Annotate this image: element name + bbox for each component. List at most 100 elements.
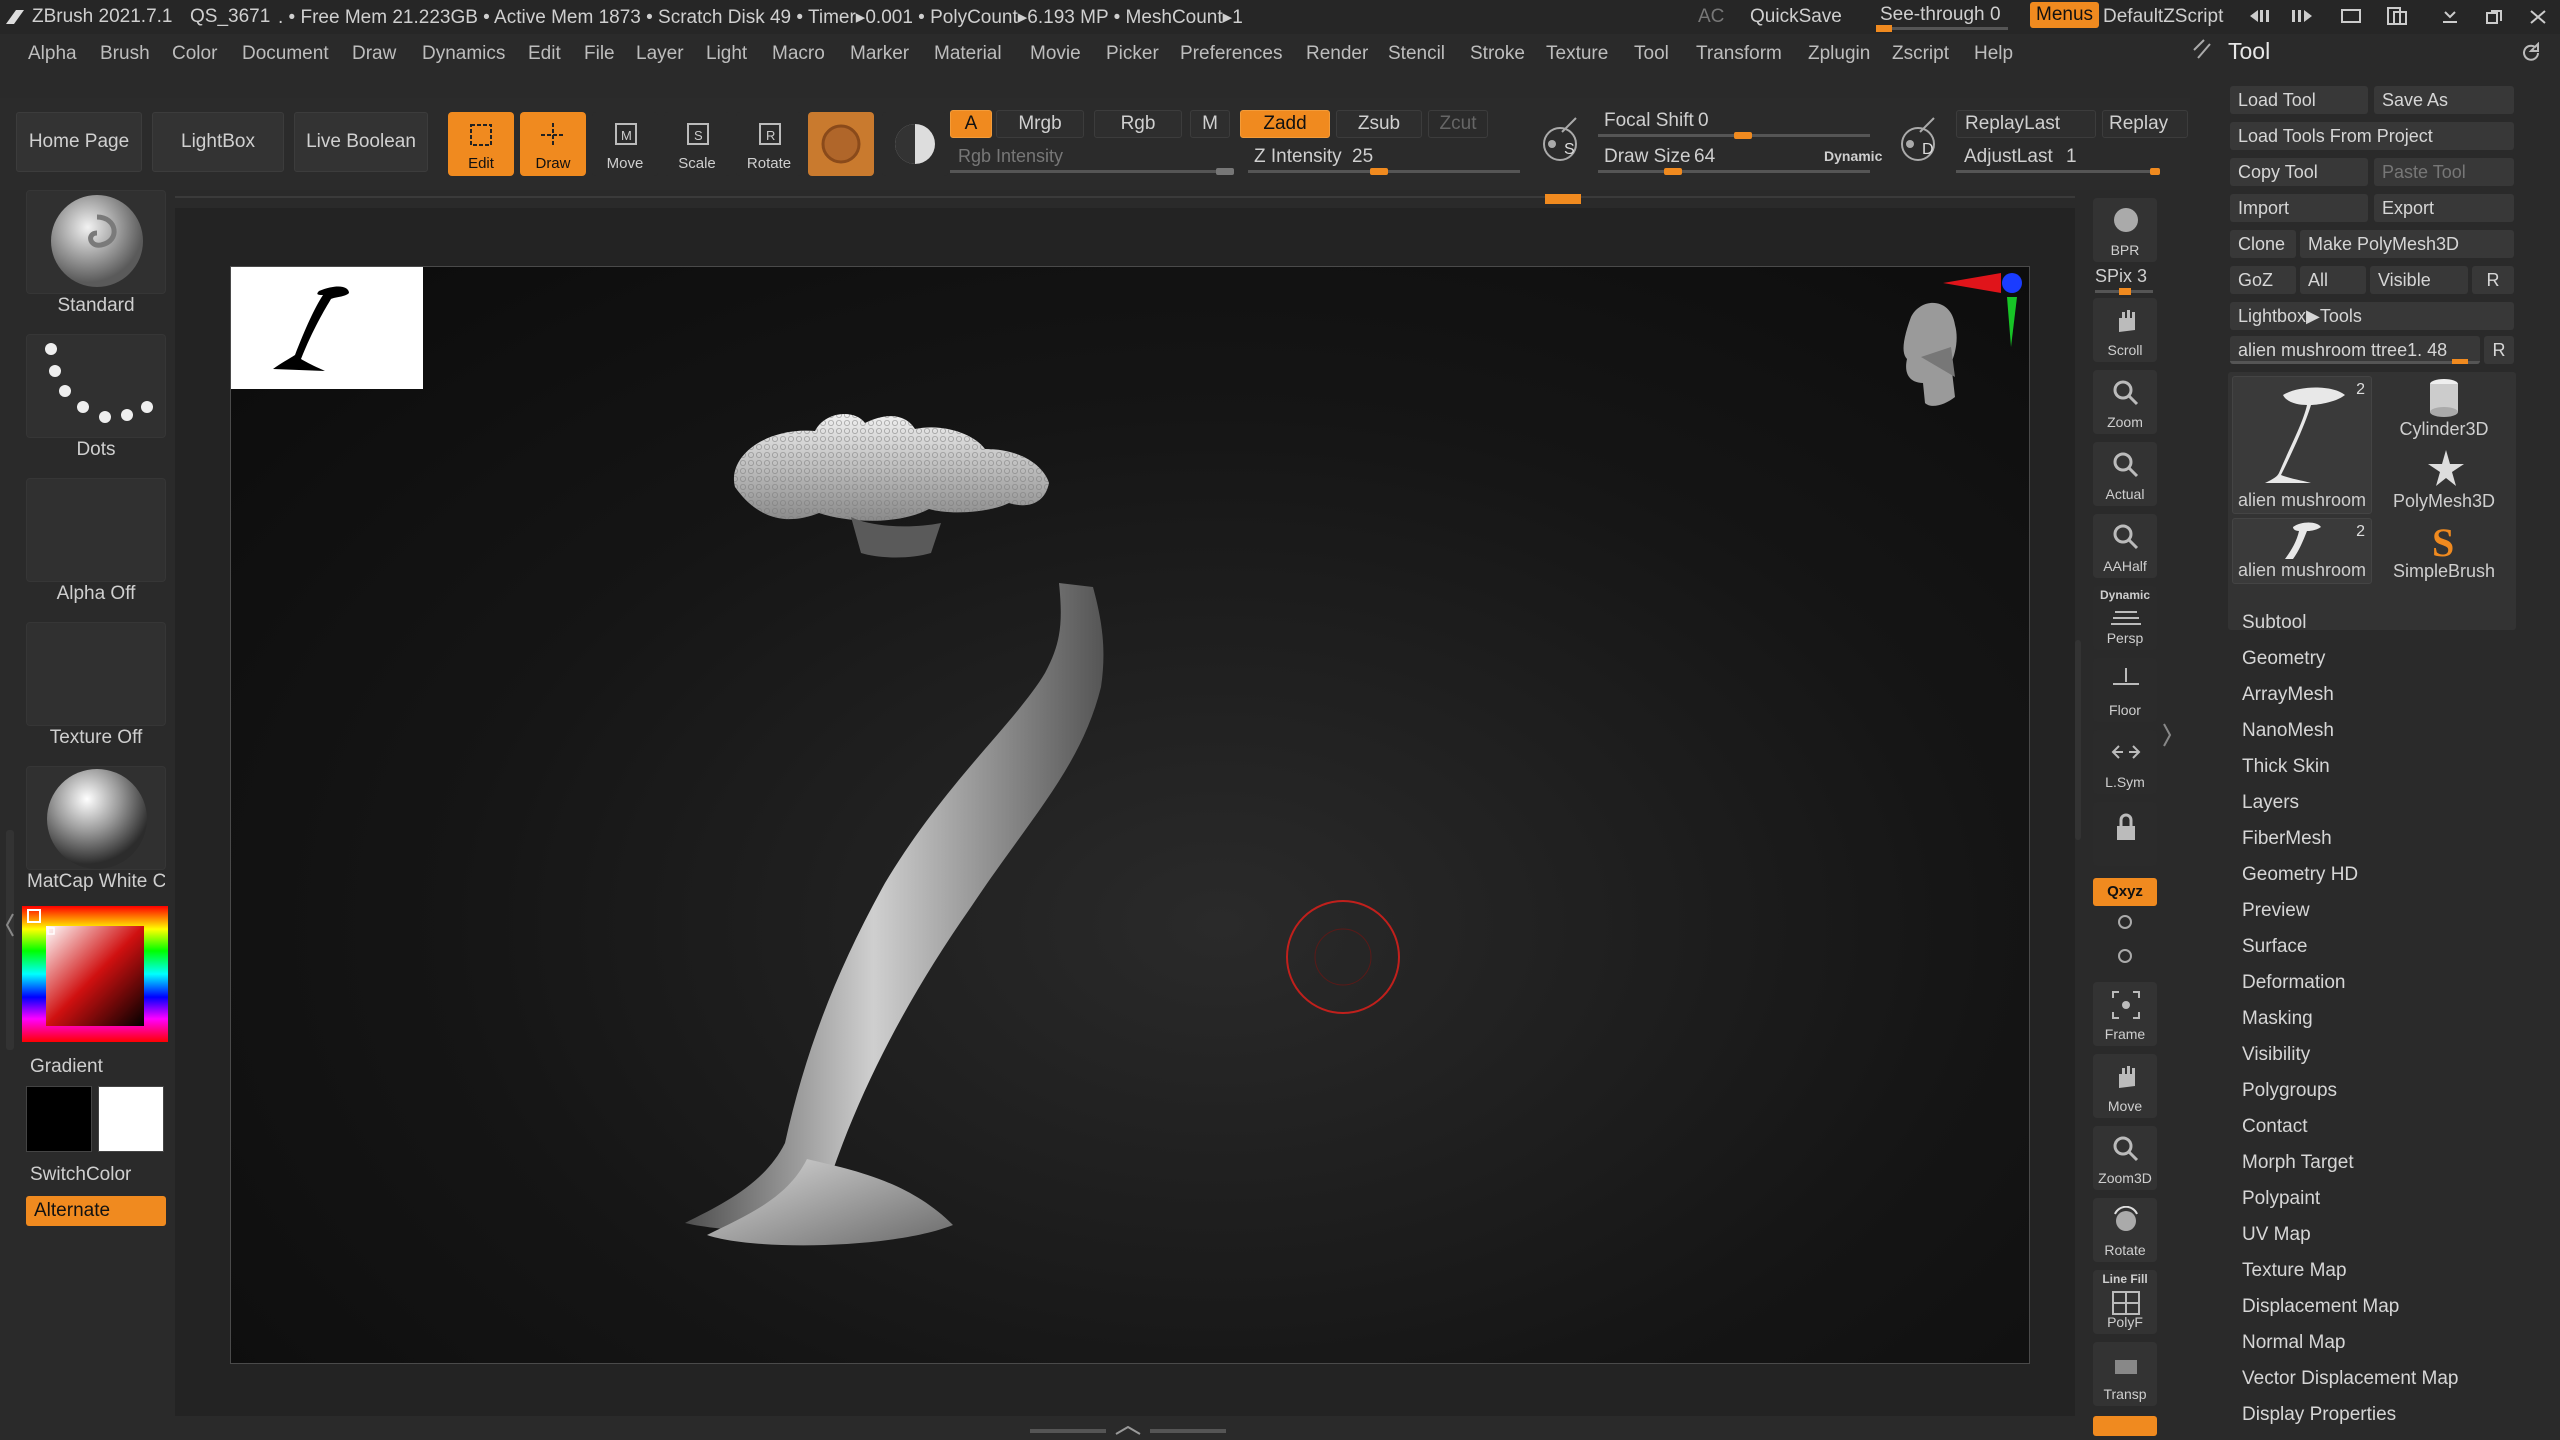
color-picker[interactable] <box>22 906 168 1042</box>
actual-size-button[interactable]: Actual <box>2093 442 2157 506</box>
menu-transform[interactable]: Transform <box>1696 43 1782 65</box>
collapse-right-icon[interactable] <box>2161 720 2173 750</box>
section-preview[interactable]: Preview <box>2242 900 2310 922</box>
tool-thumb-alien-mushroom[interactable]: 2 alien mushroom <box>2232 376 2372 514</box>
menu-draw[interactable]: Draw <box>352 43 396 65</box>
axis-gizmo[interactable] <box>1941 267 2031 357</box>
minimize-icon[interactable] <box>2440 8 2460 26</box>
stroke-s-button[interactable]: S <box>1532 112 1588 176</box>
material-sphere-button[interactable] <box>882 112 948 176</box>
brush-material-swatch[interactable] <box>808 112 874 176</box>
load-tool-button[interactable]: Load Tool <box>2230 86 2368 114</box>
menu-tool[interactable]: Tool <box>1634 43 1669 65</box>
ghost-toggle[interactable] <box>2093 1416 2157 1436</box>
section-deformation[interactable]: Deformation <box>2242 972 2346 994</box>
tool-thumb-polymesh3d[interactable]: PolyMesh3D <box>2376 446 2512 514</box>
brush-standard-tile[interactable]: Standard <box>26 190 166 316</box>
scroll-button[interactable]: Scroll <box>2093 298 2157 362</box>
move-mode-button[interactable]: M Move <box>592 112 658 176</box>
timeline-marker[interactable] <box>1545 194 1581 204</box>
rgb-intensity-slider[interactable]: Rgb Intensity <box>950 144 1240 175</box>
rgb-toggle[interactable]: Rgb <box>1094 110 1182 138</box>
menu-edit[interactable]: Edit <box>528 43 561 65</box>
palette-grip-icon[interactable] <box>2190 38 2216 64</box>
focal-shift-slider[interactable]: Focal Shift 0 <box>1598 108 1878 139</box>
y-rotation-icon[interactable] <box>2113 912 2137 932</box>
section-nanomesh[interactable]: NanoMesh <box>2242 720 2334 742</box>
section-geometry[interactable]: Geometry <box>2242 648 2325 670</box>
zoom-button[interactable]: Zoom <box>2093 370 2157 434</box>
menu-layer[interactable]: Layer <box>636 43 684 65</box>
replay-last-button[interactable]: ReplayLast <box>1956 110 2096 138</box>
menu-help[interactable]: Help <box>1974 43 2013 65</box>
live-boolean-button[interactable]: Live Boolean <box>294 112 428 172</box>
section-masking[interactable]: Masking <box>2242 1008 2313 1030</box>
viewport-canvas[interactable] <box>230 266 2030 1364</box>
perspective-button[interactable]: Dynamic Persp <box>2093 586 2157 650</box>
section-arraymesh[interactable]: ArrayMesh <box>2242 684 2334 706</box>
close-icon[interactable] <box>2528 8 2548 26</box>
replay-button[interactable]: Replay <box>2102 110 2188 138</box>
draw-size-slider[interactable]: Draw Size 64 Dynamic <box>1598 144 1882 175</box>
section-uv-map[interactable]: UV Map <box>2242 1224 2311 1246</box>
load-tools-from-project-button[interactable]: Load Tools From Project <box>2230 122 2514 150</box>
stroke-d-button[interactable]: D <box>1890 112 1946 176</box>
menu-document[interactable]: Document <box>242 43 329 65</box>
import-button[interactable]: Import <box>2230 194 2368 222</box>
section-normal-map[interactable]: Normal Map <box>2242 1332 2345 1354</box>
move-view-button[interactable]: Move <box>2093 1054 2157 1118</box>
goz-visible-button[interactable]: Visible <box>2370 266 2468 294</box>
menu-brush[interactable]: Brush <box>100 43 150 65</box>
section-visibility[interactable]: Visibility <box>2242 1044 2310 1066</box>
spix-slider[interactable]: SPix 3 <box>2095 266 2155 295</box>
lightbox-button[interactable]: LightBox <box>152 112 284 172</box>
arrows-left-icon[interactable] <box>2248 8 2276 24</box>
draw-mode-button[interactable]: Draw <box>520 112 586 176</box>
menus-toggle[interactable]: Menus <box>2030 2 2100 28</box>
save-as-button[interactable]: Save As <box>2374 86 2514 114</box>
lightbox-tools-button[interactable]: Lightbox▶Tools <box>2230 302 2514 330</box>
texture-tile[interactable]: Texture Off <box>26 622 166 748</box>
menu-marker[interactable]: Marker <box>850 43 909 65</box>
frame-button[interactable]: Frame <box>2093 982 2157 1046</box>
tool-thumb-alien-mushroom-2[interactable]: 2 alien mushroom <box>2232 518 2372 584</box>
menu-render[interactable]: Render <box>1306 43 1368 65</box>
floor-button[interactable]: Floor <box>2093 658 2157 722</box>
section-morph-target[interactable]: Morph Target <box>2242 1152 2354 1174</box>
section-texture-map[interactable]: Texture Map <box>2242 1260 2347 1282</box>
mrgb-toggle[interactable]: Mrgb <box>996 110 1084 138</box>
polyframe-button[interactable]: Line Fill PolyF <box>2093 1270 2157 1334</box>
section-subtool[interactable]: Subtool <box>2242 612 2306 634</box>
menu-dynamics[interactable]: Dynamics <box>422 43 505 65</box>
menu-light[interactable]: Light <box>706 43 747 65</box>
z-intensity-slider[interactable]: Z Intensity 25 <box>1248 144 1528 175</box>
zoom3d-button[interactable]: Zoom3D <box>2093 1126 2157 1190</box>
rotate-mode-button[interactable]: R Rotate <box>736 112 802 176</box>
z-rotation-icon[interactable] <box>2113 946 2137 966</box>
menu-picker[interactable]: Picker <box>1106 43 1159 65</box>
menu-macro[interactable]: Macro <box>772 43 825 65</box>
lock-button[interactable] <box>2093 802 2157 866</box>
goz-all-button[interactable]: All <box>2300 266 2366 294</box>
a-toggle[interactable]: A <box>950 110 992 138</box>
zsub-toggle[interactable]: Zsub <box>1336 110 1422 138</box>
section-layers[interactable]: Layers <box>2242 792 2299 814</box>
zadd-toggle[interactable]: Zadd <box>1240 110 1330 138</box>
layout2-icon[interactable] <box>2384 6 2412 26</box>
primary-color-swatch[interactable] <box>98 1086 164 1152</box>
tool-thumb-simplebrush[interactable]: S SimpleBrush <box>2376 518 2512 584</box>
menu-movie[interactable]: Movie <box>1030 43 1081 65</box>
scale-mode-button[interactable]: S Scale <box>664 112 730 176</box>
section-surface[interactable]: Surface <box>2242 936 2307 958</box>
paste-tool-button[interactable]: Paste Tool <box>2374 158 2514 186</box>
xyz-rotation-toggle[interactable]: Qxyz <box>2093 878 2157 906</box>
transparency-button[interactable]: Transp <box>2093 1342 2157 1406</box>
edit-mode-button[interactable]: Edit <box>448 112 514 176</box>
dynamic-size-toggle[interactable]: Dynamic <box>1824 148 1882 164</box>
stroke-dots-tile[interactable]: Dots <box>26 334 166 460</box>
right-tray-handle[interactable] <box>2075 640 2081 840</box>
material-tile[interactable]: MatCap White C <box>26 766 166 892</box>
switchcolor-button[interactable]: SwitchColor <box>30 1164 131 1186</box>
section-polygroups[interactable]: Polygroups <box>2242 1080 2337 1102</box>
export-button[interactable]: Export <box>2374 194 2514 222</box>
